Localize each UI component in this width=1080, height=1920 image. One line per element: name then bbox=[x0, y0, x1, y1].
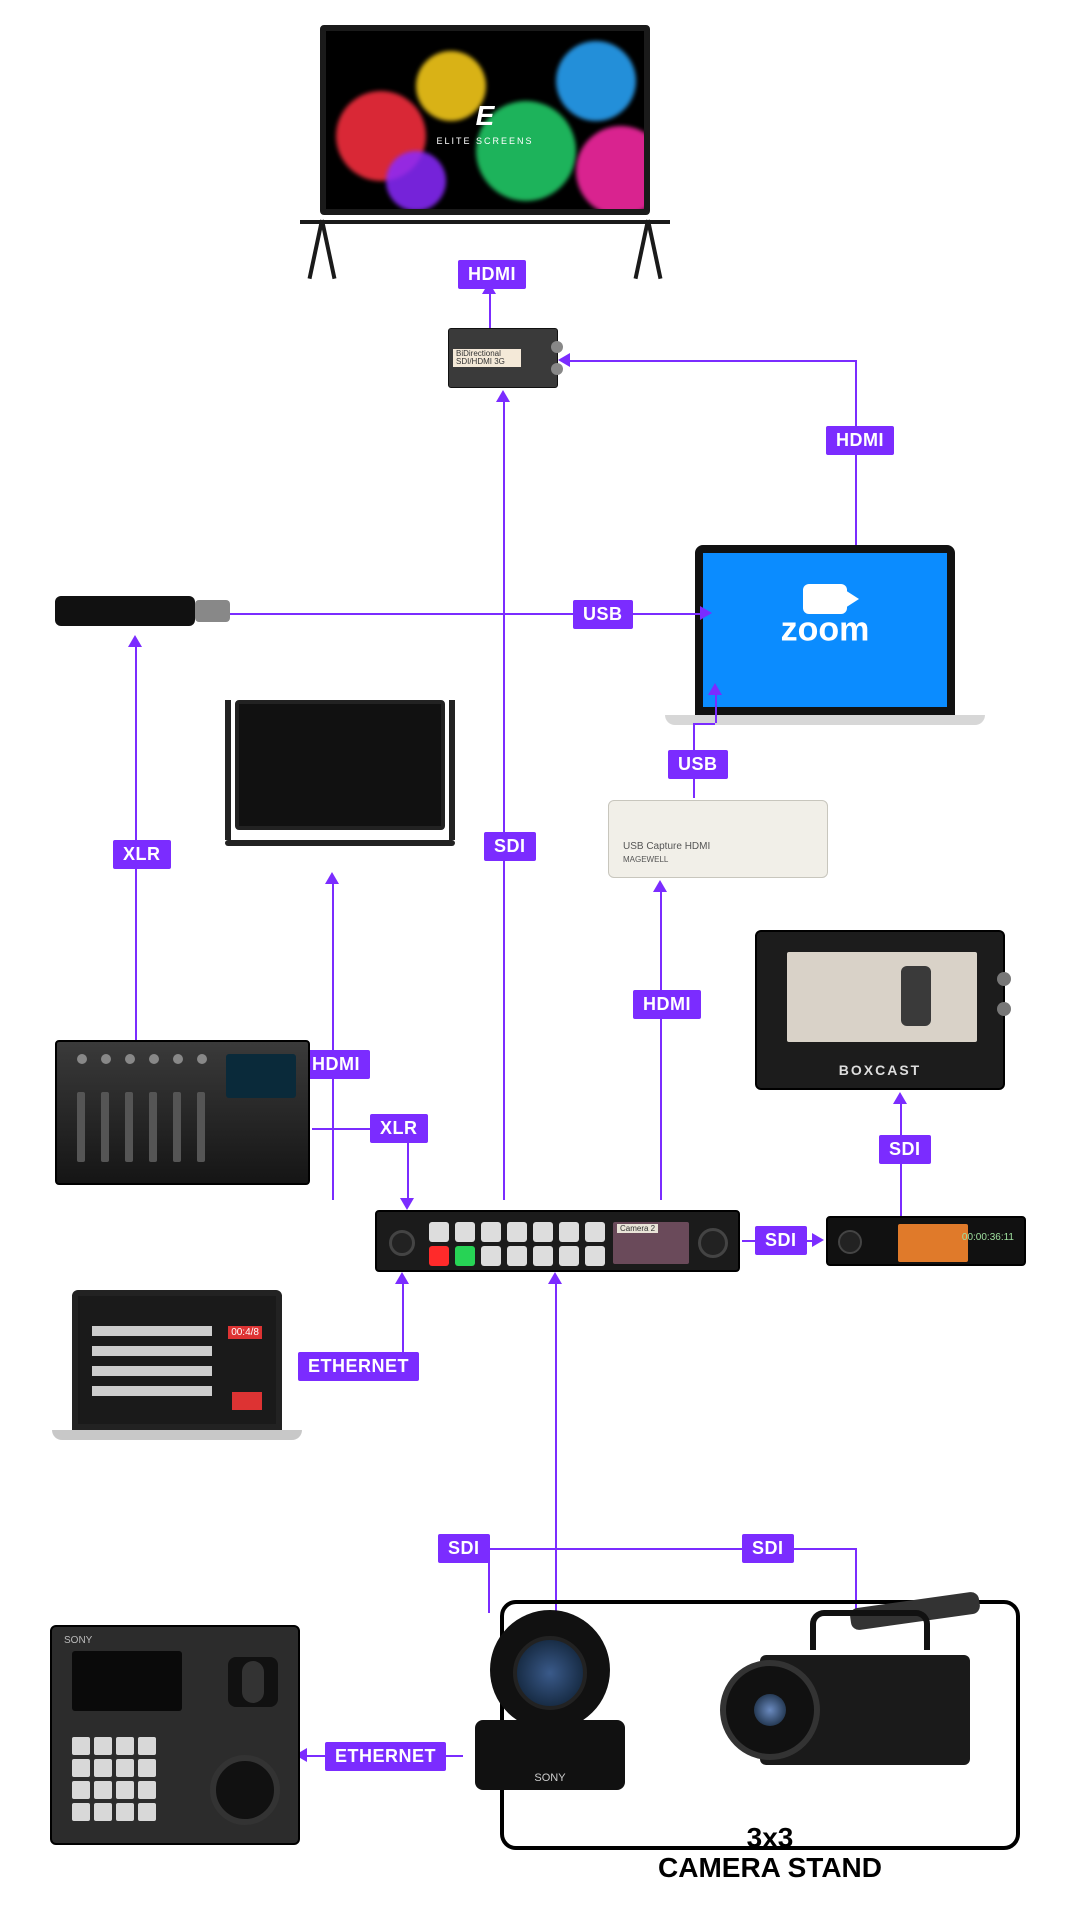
label-usb-1: USB bbox=[573, 600, 633, 629]
label-xlr-1: XLR bbox=[113, 840, 171, 869]
label-eth-1: ETHERNET bbox=[298, 1352, 419, 1381]
label-xlr-2: XLR bbox=[370, 1114, 428, 1143]
sony-brand: SONY bbox=[64, 1635, 92, 1646]
recorder-time: 00:00:36:11 bbox=[962, 1232, 1014, 1243]
atem-preview-tag: Camera 2 bbox=[617, 1224, 658, 1233]
converter-text: BiDirectional SDI/HDMI 3G bbox=[453, 349, 521, 367]
audio-usb-adapter bbox=[55, 590, 230, 632]
diagram-canvas: E ELITE SCREENS HDMI BiDirectional SDI/H… bbox=[0, 0, 1080, 1920]
zoom-laptop: zoom bbox=[665, 545, 985, 745]
label-hdmi-cap: HDMI bbox=[633, 990, 701, 1019]
control-laptop: 00:4/8 bbox=[52, 1290, 302, 1460]
capture-brand: MAGEWELL bbox=[623, 855, 668, 864]
ptz-camera: SONY bbox=[455, 1610, 645, 1810]
preview-monitor bbox=[225, 690, 455, 870]
camcorder bbox=[720, 1600, 1000, 1800]
hyperdeck-recorder: 00:00:36:11 bbox=[826, 1216, 1026, 1266]
label-usb-2: USB bbox=[668, 750, 728, 779]
zoom-text: zoom bbox=[781, 611, 870, 650]
label-hdmi-1: HDMI bbox=[458, 260, 526, 289]
capture-label: USB Capture HDMI bbox=[623, 841, 710, 852]
label-sdi-cam1: SDI bbox=[438, 1534, 490, 1563]
stand-label-1: 3x3 bbox=[640, 1822, 900, 1854]
boxcast-encoder: BOXCAST bbox=[755, 930, 1005, 1090]
usb-capture-hdmi: USB Capture HDMI MAGEWELL bbox=[608, 800, 828, 878]
label-sdi-vert: SDI bbox=[484, 832, 536, 861]
stand-label-2: CAMERA STAND bbox=[640, 1852, 900, 1884]
sony-ptz-controller: SONY bbox=[50, 1625, 300, 1845]
label-eth-2: ETHERNET bbox=[325, 1742, 446, 1771]
boxcast-label: BOXCAST bbox=[839, 1062, 921, 1078]
label-sdi-cam2: SDI bbox=[742, 1534, 794, 1563]
label-sdi-boxcast: SDI bbox=[879, 1135, 931, 1164]
label-sdi-atem-rec: SDI bbox=[755, 1226, 807, 1255]
projection-screen: E ELITE SCREENS bbox=[300, 25, 670, 285]
elite-screens-text: ELITE SCREENS bbox=[436, 136, 533, 146]
atem-switcher: Camera 2 bbox=[375, 1210, 740, 1272]
label-hdmi-mon: HDMI bbox=[302, 1050, 370, 1079]
ctrl-rec: 00:4/8 bbox=[228, 1326, 262, 1339]
label-hdmi-2: HDMI bbox=[826, 426, 894, 455]
sony-text: SONY bbox=[534, 1772, 565, 1784]
sdi-hdmi-converter: BiDirectional SDI/HDMI 3G bbox=[448, 328, 558, 388]
audio-mixer bbox=[55, 1040, 310, 1185]
